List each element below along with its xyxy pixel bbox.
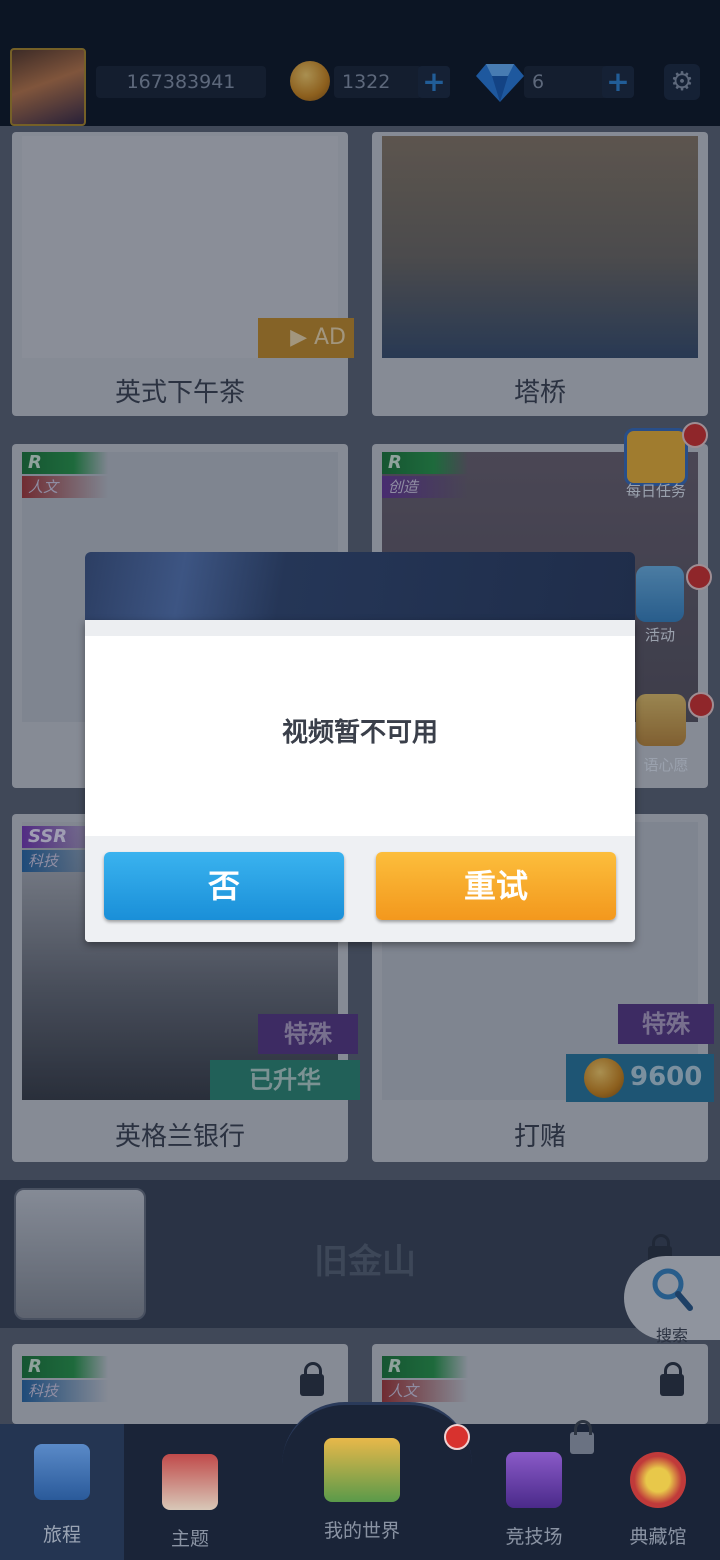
dialog-header (85, 552, 635, 624)
nav-label: 我的世界 (323, 1520, 400, 1542)
medal-icon (630, 1452, 686, 1508)
shield-icon (506, 1452, 562, 1508)
nav-label: 主题 (170, 1528, 209, 1550)
dialog-divider (85, 620, 635, 636)
nav-label: 旅程 (42, 1524, 81, 1546)
journey-icon (34, 1444, 90, 1500)
world-icon (324, 1438, 400, 1502)
nav-item-collection[interactable]: 典藏馆 (596, 1424, 720, 1560)
notification-dot (444, 1424, 470, 1450)
retry-button[interactable]: 重试 (376, 852, 616, 920)
nav-item-theme[interactable]: 主题 (128, 1424, 252, 1560)
nav-item-my-world[interactable]: 我的世界 (300, 1424, 424, 1560)
lock-icon (570, 1420, 594, 1454)
nav-label: 典藏馆 (629, 1526, 687, 1548)
no-button[interactable]: 否 (104, 852, 344, 920)
house-icon (162, 1454, 218, 1510)
nav-item-journey[interactable]: 旅程 (0, 1424, 124, 1560)
dialog-message: 视频暂不可用 (281, 718, 438, 748)
nav-label: 竞技场 (505, 1526, 563, 1548)
